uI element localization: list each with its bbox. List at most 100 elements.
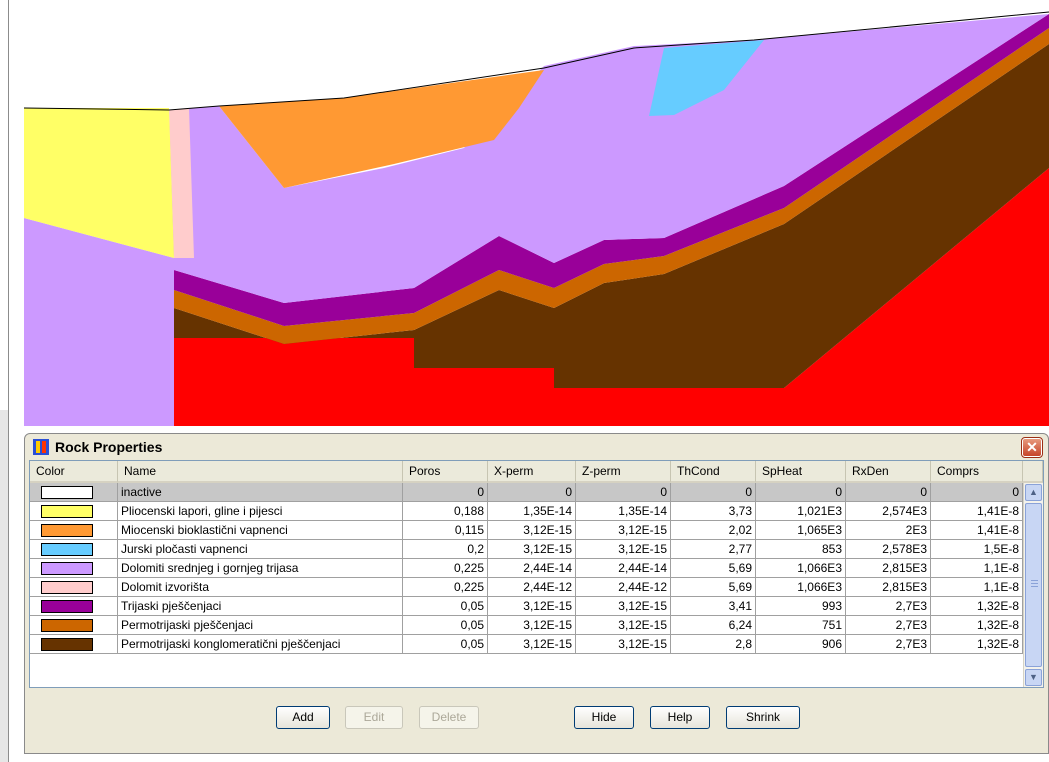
rxden-cell[interactable]: 2,7E3: [846, 616, 931, 635]
add-button[interactable]: Add: [276, 706, 330, 729]
table-row[interactable]: Dolomiti srednjeg i gornjeg trijasa 0,225…: [30, 559, 1023, 578]
color-cell[interactable]: [30, 616, 118, 635]
color-cell[interactable]: [30, 502, 118, 521]
color-cell[interactable]: [30, 483, 118, 502]
comprs-cell[interactable]: 1,1E-8: [931, 578, 1023, 597]
column-header-poros[interactable]: Poros: [403, 461, 488, 483]
x-perm-cell[interactable]: 2,44E-14: [488, 559, 576, 578]
rxden-cell[interactable]: 2,578E3: [846, 540, 931, 559]
z-perm-cell[interactable]: 2,44E-14: [576, 559, 671, 578]
name-cell[interactable]: Permotrijaski pješčenjaci: [118, 616, 403, 635]
rxden-cell[interactable]: 2,815E3: [846, 578, 931, 597]
column-header-rxden[interactable]: RxDen: [846, 461, 931, 483]
color-cell[interactable]: [30, 559, 118, 578]
poros-cell[interactable]: 0,225: [403, 578, 488, 597]
x-perm-cell[interactable]: 3,12E-15: [488, 521, 576, 540]
z-perm-cell[interactable]: 3,12E-15: [576, 540, 671, 559]
table-row[interactable]: Miocenski bioklastični vapnenci 0,115 3,12…: [30, 521, 1023, 540]
table-row[interactable]: Pliocenski lapori, gline i pijesci 0,188 1…: [30, 502, 1023, 521]
table-row[interactable]: Trijaski pješčenjaci 0,05 3,12E-15 3,12E-15…: [30, 597, 1023, 616]
column-header-z-perm[interactable]: Z-perm: [576, 461, 671, 483]
delete-button[interactable]: Delete: [419, 706, 479, 729]
poros-cell[interactable]: 0,2: [403, 540, 488, 559]
poros-cell[interactable]: 0,05: [403, 635, 488, 654]
column-header-comprs[interactable]: Comprs: [931, 461, 1023, 483]
column-header-thcond[interactable]: ThCond: [671, 461, 756, 483]
column-header-color[interactable]: Color: [30, 461, 118, 483]
x-perm-cell[interactable]: 0: [488, 483, 576, 502]
z-perm-cell[interactable]: 3,12E-15: [576, 635, 671, 654]
z-perm-cell[interactable]: 2,44E-12: [576, 578, 671, 597]
color-swatch[interactable]: [41, 486, 93, 499]
scroll-thumb[interactable]: [1025, 503, 1042, 667]
dialog-title-bar[interactable]: Rock Properties ✕: [25, 434, 1048, 460]
poros-cell[interactable]: 0: [403, 483, 488, 502]
scroll-down-button[interactable]: ▼: [1025, 669, 1042, 686]
name-cell[interactable]: Dolomiti srednjeg i gornjeg trijasa: [118, 559, 403, 578]
thcond-cell[interactable]: 0: [671, 483, 756, 502]
color-swatch[interactable]: [41, 543, 93, 556]
comprs-cell[interactable]: 0: [931, 483, 1023, 502]
x-perm-cell[interactable]: 1,35E-14: [488, 502, 576, 521]
thcond-cell[interactable]: 5,69: [671, 578, 756, 597]
column-header-spheat[interactable]: SpHeat: [756, 461, 846, 483]
thcond-cell[interactable]: 2,8: [671, 635, 756, 654]
color-swatch[interactable]: [41, 524, 93, 537]
spheat-cell[interactable]: 1,021E3: [756, 502, 846, 521]
table-row[interactable]: inactive 0 0 0 0 0 0 0: [30, 483, 1023, 502]
poros-cell[interactable]: 0,115: [403, 521, 488, 540]
rxden-cell[interactable]: 2,7E3: [846, 635, 931, 654]
vertical-scrollbar[interactable]: ▲ ▼: [1023, 483, 1043, 687]
z-perm-cell[interactable]: 1,35E-14: [576, 502, 671, 521]
x-perm-cell[interactable]: 3,12E-15: [488, 597, 576, 616]
thcond-cell[interactable]: 6,24: [671, 616, 756, 635]
color-cell[interactable]: [30, 578, 118, 597]
spheat-cell[interactable]: 1,066E3: [756, 578, 846, 597]
thcond-cell[interactable]: 2,77: [671, 540, 756, 559]
spheat-cell[interactable]: 0: [756, 483, 846, 502]
poros-cell[interactable]: 0,225: [403, 559, 488, 578]
color-cell[interactable]: [30, 597, 118, 616]
close-button[interactable]: ✕: [1021, 437, 1043, 458]
spheat-cell[interactable]: 751: [756, 616, 846, 635]
spheat-cell[interactable]: 853: [756, 540, 846, 559]
table-row[interactable]: Jurski pločasti vapnenci 0,2 3,12E-15 3,12E…: [30, 540, 1023, 559]
edit-button[interactable]: Edit: [345, 706, 403, 729]
name-cell[interactable]: Dolomit izvorišta: [118, 578, 403, 597]
comprs-cell[interactable]: 1,32E-8: [931, 635, 1023, 654]
x-perm-cell[interactable]: 2,44E-12: [488, 578, 576, 597]
thcond-cell[interactable]: 2,02: [671, 521, 756, 540]
comprs-cell[interactable]: 1,41E-8: [931, 521, 1023, 540]
name-cell[interactable]: Pliocenski lapori, gline i pijesci: [118, 502, 403, 521]
poros-cell[interactable]: 0,188: [403, 502, 488, 521]
poros-cell[interactable]: 0,05: [403, 616, 488, 635]
color-swatch[interactable]: [41, 638, 93, 651]
rxden-cell[interactable]: 2,815E3: [846, 559, 931, 578]
x-perm-cell[interactable]: 3,12E-15: [488, 635, 576, 654]
name-cell[interactable]: Permotrijaski konglomeratični pješčenjac…: [118, 635, 403, 654]
poros-cell[interactable]: 0,05: [403, 597, 488, 616]
table-row[interactable]: Permotrijaski pješčenjaci 0,05 3,12E-15 3,1…: [30, 616, 1023, 635]
rxden-cell[interactable]: 2E3: [846, 521, 931, 540]
shrink-button[interactable]: Shrink: [726, 706, 800, 729]
x-perm-cell[interactable]: 3,12E-15: [488, 616, 576, 635]
color-swatch[interactable]: [41, 505, 93, 518]
spheat-cell[interactable]: 1,065E3: [756, 521, 846, 540]
z-perm-cell[interactable]: 3,12E-15: [576, 521, 671, 540]
column-header-x-perm[interactable]: X-perm: [488, 461, 576, 483]
comprs-cell[interactable]: 1,41E-8: [931, 502, 1023, 521]
spheat-cell[interactable]: 906: [756, 635, 846, 654]
color-cell[interactable]: [30, 540, 118, 559]
name-cell[interactable]: Trijaski pješčenjaci: [118, 597, 403, 616]
thcond-cell[interactable]: 3,73: [671, 502, 756, 521]
table-row[interactable]: Permotrijaski konglomeratični pješčenjac…: [30, 635, 1023, 654]
rxden-cell[interactable]: 2,7E3: [846, 597, 931, 616]
z-perm-cell[interactable]: 3,12E-15: [576, 597, 671, 616]
name-cell[interactable]: Miocenski bioklastični vapnenci: [118, 521, 403, 540]
color-swatch[interactable]: [41, 600, 93, 613]
name-cell[interactable]: Jurski pločasti vapnenci: [118, 540, 403, 559]
color-cell[interactable]: [30, 635, 118, 654]
comprs-cell[interactable]: 1,1E-8: [931, 559, 1023, 578]
scroll-up-button[interactable]: ▲: [1025, 484, 1042, 501]
geological-cross-section[interactable]: [24, 8, 1049, 426]
